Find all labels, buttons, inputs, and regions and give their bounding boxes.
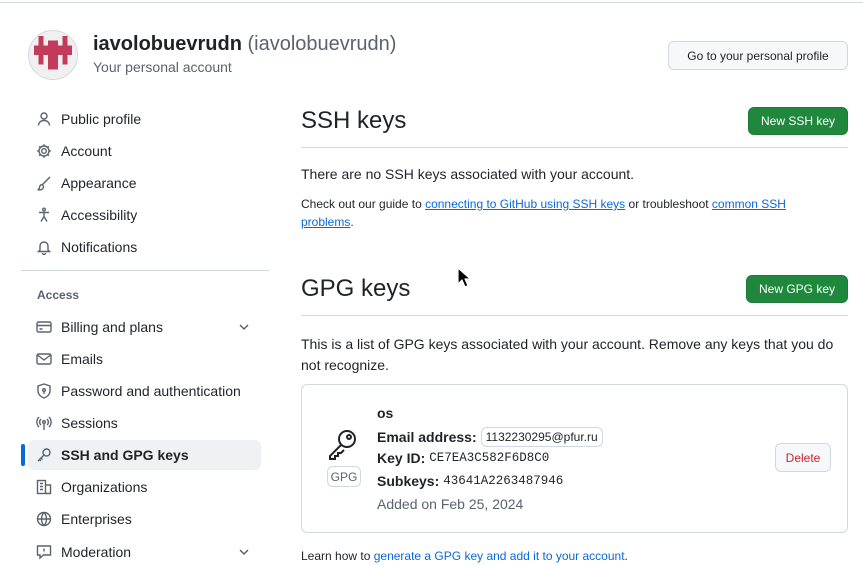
key-id-label: Key ID:	[377, 450, 426, 466]
guide-mid: or troubleshoot	[625, 197, 712, 211]
sidebar-item-emails[interactable]: Emails	[28, 344, 261, 374]
sidebar-item-ssh-gpg-keys[interactable]: SSH and GPG keys	[28, 440, 261, 470]
generate-gpg-key-link[interactable]: generate a GPG key and add it to your ac…	[374, 549, 625, 563]
sidebar-item-label: SSH and GPG keys	[61, 447, 189, 463]
sidebar-item-label: Password and authentication	[61, 383, 241, 399]
learn-suffix: .	[624, 549, 628, 563]
sidebar-item-label: Appearance	[61, 175, 137, 191]
access-heading: Access	[37, 288, 80, 302]
account-subtitle: Your personal account	[93, 59, 232, 75]
sidebar-item-label: Notifications	[61, 239, 138, 255]
new-ssh-key-button[interactable]: New SSH key	[748, 107, 848, 135]
sidebar-item-label: Organizations	[61, 479, 148, 495]
organization-icon	[36, 479, 52, 495]
gpg-key-item: GPG os Email address: 1132230295@pfur.ru…	[301, 384, 848, 533]
subkeys-row: Subkeys: 43641A2263487946	[377, 473, 563, 489]
sidebar-item-label: Enterprises	[61, 511, 132, 527]
ssh-empty-text: There are no SSH keys associated with yo…	[301, 166, 635, 182]
email-row: Email address: 1132230295@pfur.ru	[377, 427, 603, 447]
subkeys-label: Subkeys:	[377, 473, 440, 489]
added-date: Added on Feb 25, 2024	[377, 496, 524, 512]
account-name: iavolobuevrudn (iavolobuevrudn)	[93, 33, 396, 56]
sidebar-item-sessions[interactable]: Sessions	[28, 408, 261, 438]
top-border	[0, 0, 863, 3]
key-icon	[326, 427, 360, 461]
key-name: os	[377, 405, 394, 421]
learn-prefix: Learn how to	[301, 549, 374, 563]
sidebar-item-label: Emails	[61, 351, 104, 367]
gpg-section-divider	[301, 315, 848, 316]
gpg-badge: GPG	[327, 466, 361, 487]
new-gpg-key-button[interactable]: New GPG key	[746, 275, 848, 303]
paintbrush-icon	[36, 175, 52, 191]
sidebar-item-label: Moderation	[61, 544, 132, 560]
broadcast-icon	[36, 415, 52, 431]
sidebar-item-label: Accessibility	[61, 207, 138, 223]
mail-icon	[36, 351, 52, 367]
email-value: 1132230295@pfur.ru	[480, 427, 603, 447]
bell-icon	[36, 239, 52, 255]
key-icon	[36, 447, 52, 463]
delete-key-button[interactable]: Delete	[775, 443, 831, 472]
mouse-cursor-icon	[457, 267, 471, 288]
chevron-down-icon[interactable]	[237, 320, 251, 334]
key-id-row: Key ID: CE7EA3C582F6D8C0	[377, 450, 549, 466]
globe-icon	[36, 511, 52, 527]
key-id-value: CE7EA3C582F6D8C0	[429, 451, 550, 465]
accessibility-icon	[36, 207, 52, 223]
sidebar-divider	[21, 270, 269, 271]
guide-prefix: Check out our guide to	[301, 197, 426, 211]
gpg-learn-text: Learn how to generate a GPG key and add …	[301, 549, 628, 563]
sidebar-item-moderation[interactable]: Moderation	[28, 537, 261, 565]
guide-suffix: .	[350, 215, 354, 229]
gpg-keys-title: GPG keys	[301, 275, 411, 302]
gpg-description: This is a list of GPG keys associated wi…	[301, 336, 834, 373]
report-icon	[36, 544, 52, 560]
active-indicator	[21, 444, 25, 466]
sidebar-item-label: Account	[61, 143, 112, 159]
sidebar-item-label: Public profile	[61, 111, 142, 127]
sidebar-item-public-profile[interactable]: Public profile	[28, 104, 261, 134]
person-icon	[36, 111, 52, 127]
sidebar-item-accessibility[interactable]: Accessibility	[28, 200, 261, 230]
shield-lock-icon	[36, 383, 52, 399]
sidebar-item-label: Sessions	[61, 415, 118, 431]
sidebar-item-password[interactable]: Password and authentication	[28, 376, 261, 406]
sidebar-item-organizations[interactable]: Organizations	[28, 472, 261, 502]
subkeys-value: 43641A2263487946	[443, 474, 564, 488]
sidebar-item-label: Billing and plans	[61, 319, 163, 335]
avatar[interactable]	[28, 30, 78, 80]
sidebar-item-account[interactable]: Account	[28, 136, 261, 166]
sidebar-item-appearance[interactable]: Appearance	[28, 168, 261, 198]
email-label: Email address:	[377, 429, 477, 445]
sidebar-item-enterprises[interactable]: Enterprises	[28, 504, 261, 534]
ssh-keys-title: SSH keys	[301, 107, 407, 134]
sidebar-item-billing[interactable]: Billing and plans	[28, 312, 261, 342]
go-to-profile-button[interactable]: Go to your personal profile	[668, 41, 848, 70]
login-name: (iavolobuevrudn)	[247, 33, 397, 55]
chevron-down-icon[interactable]	[237, 545, 251, 559]
sidebar-item-notifications[interactable]: Notifications	[28, 232, 261, 262]
ssh-guide-text: Check out our guide to connecting to Git…	[301, 195, 841, 231]
credit-card-icon	[36, 319, 52, 335]
gear-icon	[36, 143, 52, 159]
ssh-section-divider	[301, 147, 848, 148]
display-name: iavolobuevrudn	[93, 33, 242, 55]
ssh-guide-link[interactable]: connecting to GitHub using SSH keys	[425, 197, 625, 211]
